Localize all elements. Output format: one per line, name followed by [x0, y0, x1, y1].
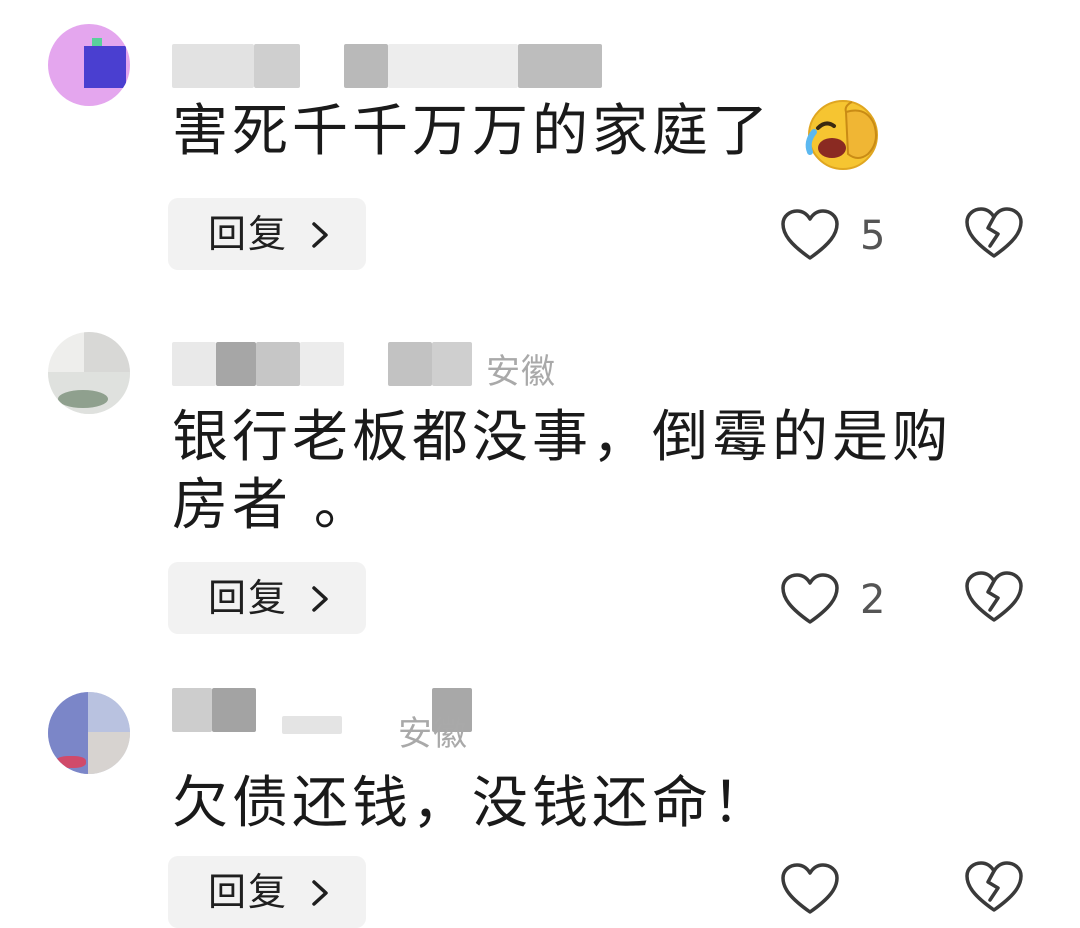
reply-label: 回复 — [208, 870, 289, 914]
comment-text: 欠债还钱，没钱还命！ — [172, 770, 1002, 838]
avatar[interactable] — [48, 692, 130, 774]
username-blurred[interactable] — [172, 44, 672, 94]
avatar[interactable] — [48, 24, 130, 106]
reply-label: 回复 — [208, 212, 289, 256]
laughing-face-palm-emoji — [805, 100, 878, 170]
chevron-right-icon — [312, 586, 328, 612]
chevron-right-icon — [312, 222, 328, 248]
comment-text-content: 害死千千万万的家庭了 — [172, 99, 772, 164]
username-blurred[interactable]: 安徽 — [172, 342, 592, 392]
broken-heart-icon[interactable] — [964, 570, 1024, 626]
reply-button[interactable]: 回复 — [168, 856, 366, 928]
comment-text-content: 欠债还钱，没钱还命！ — [172, 771, 772, 836]
heart-outline-icon[interactable] — [780, 862, 840, 918]
broken-heart-icon[interactable] — [964, 860, 1024, 916]
like-count: 2 — [860, 577, 886, 623]
reply-button[interactable]: 回复 — [168, 562, 366, 634]
location-label: 安徽 — [398, 714, 468, 754]
reply-label: 回复 — [208, 576, 289, 620]
comment-text-content: 银行老板都没事，倒霉的是购房者 。 — [172, 405, 952, 538]
avatar[interactable] — [48, 332, 130, 414]
reply-button[interactable]: 回复 — [168, 198, 366, 270]
heart-outline-icon[interactable] — [780, 572, 840, 628]
comment-text: 银行老板都没事，倒霉的是购房者 。 — [172, 404, 1002, 540]
heart-outline-icon[interactable] — [780, 208, 840, 264]
broken-heart-icon[interactable] — [964, 206, 1024, 262]
username-blurred[interactable]: 安徽 — [172, 688, 532, 754]
location-label: 安徽 — [486, 352, 556, 392]
like-count: 5 — [860, 213, 886, 259]
chevron-right-icon — [312, 880, 328, 906]
